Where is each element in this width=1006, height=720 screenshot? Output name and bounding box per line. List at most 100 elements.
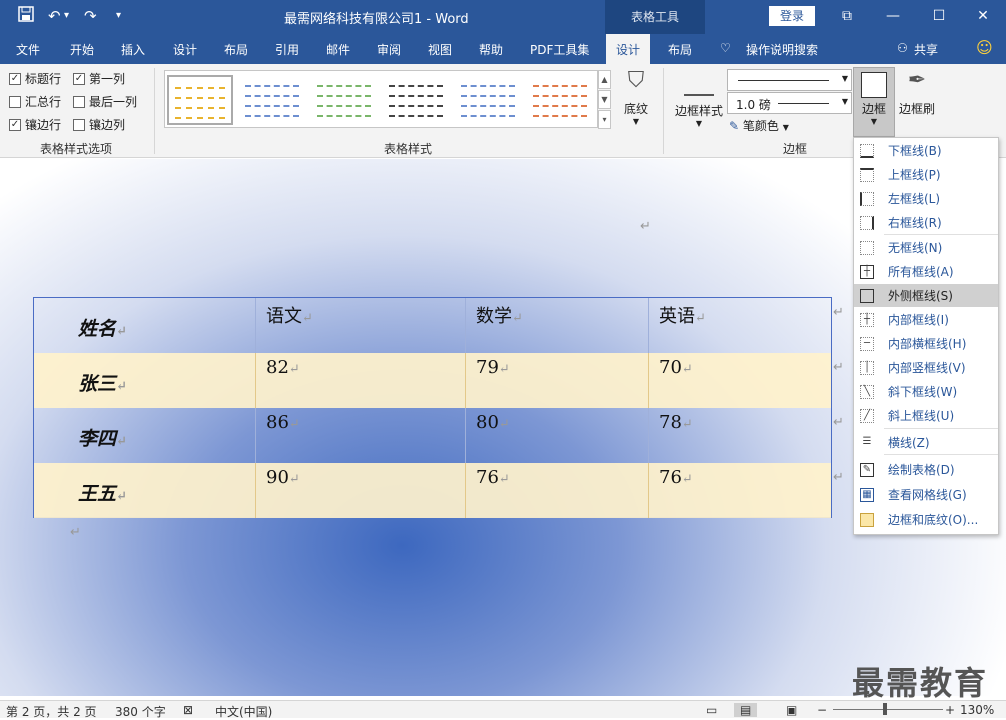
menu-item-draw-table[interactable]: ✎ 绘制表格(D) <box>854 458 998 481</box>
table-cell[interactable]: 姓名↵ <box>34 298 256 353</box>
table-style-3[interactable] <box>311 75 377 125</box>
table-cell[interactable]: 数学↵ <box>466 298 649 353</box>
menu-item-bottom-border[interactable]: 下框线(B) <box>854 139 998 162</box>
page-count[interactable]: 第 2 页，共 2 页 <box>6 703 97 720</box>
menu-item-inside-vertical[interactable]: │ 内部竖框线(V) <box>854 356 998 379</box>
table-cell[interactable]: 90↵ <box>256 463 466 518</box>
menu-item-inside-borders[interactable]: ┼ 内部框线(I) <box>854 308 998 331</box>
borders-button[interactable]: 边框 ▼ <box>853 67 895 137</box>
tab-help[interactable]: 帮助 <box>479 41 503 58</box>
pen-color-button[interactable]: ✎ 笔颜色 ▼ <box>729 117 801 134</box>
menu-item-outside-borders[interactable]: 外侧框线(S) <box>854 284 998 307</box>
tab-references[interactable]: 引用 <box>275 41 299 58</box>
ribbon-display-icon[interactable]: ⧉ <box>835 6 859 26</box>
tab-layout[interactable]: 布局 <box>224 41 248 58</box>
zoom-out-icon[interactable]: − <box>817 703 827 717</box>
menu-item-label: 所有框线(A) <box>888 265 954 279</box>
table-cell[interactable]: 王五↵ <box>34 463 256 518</box>
tab-mailings[interactable]: 邮件 <box>326 41 350 58</box>
menu-item-diagonal-up[interactable]: ╱ 斜上框线(U) <box>854 404 998 427</box>
person-icon[interactable]: ⚇ <box>897 41 908 55</box>
language[interactable]: 中文(中国) <box>215 703 272 720</box>
table-style-4[interactable] <box>383 75 449 125</box>
menu-item-no-border[interactable]: 无框线(N) <box>854 236 998 259</box>
table-cell[interactable]: 语文↵ <box>256 298 466 353</box>
word-count[interactable]: 380 个字 <box>115 703 166 720</box>
close-icon[interactable]: ✕ <box>971 6 995 26</box>
table-cell[interactable]: 英语↵ <box>649 298 831 353</box>
menu-item-right-border[interactable]: 右框线(R) <box>854 211 998 234</box>
tab-insert[interactable]: 插入 <box>121 41 145 58</box>
border-styles-button[interactable]: 边框样式 ▼ <box>672 74 726 128</box>
checkbox-header-row[interactable]: ✓ 标题行 <box>9 70 61 87</box>
tab-table-design[interactable]: 设计 <box>606 34 651 64</box>
tab-design[interactable]: 设计 <box>173 41 197 58</box>
table-cell[interactable]: 李四↵ <box>34 408 256 463</box>
table-style-5[interactable] <box>455 75 521 125</box>
score-table[interactable]: 姓名↵ 语文↵ 数学↵ 英语↵ 张三↵ 82↵ 79↵ 70↵ 李四↵ 86↵ … <box>33 297 832 518</box>
menu-item-diagonal-down[interactable]: ╲ 斜下框线(W) <box>854 380 998 403</box>
shading-button[interactable]: ⛉ 底纹 ▼ <box>618 68 654 126</box>
menu-item-borders-and-shading[interactable]: 边框和底纹(O)... <box>854 508 998 531</box>
table-style-2[interactable] <box>239 75 305 125</box>
menu-item-inside-horizontal[interactable]: ─ 内部横框线(H) <box>854 332 998 355</box>
print-layout-icon[interactable]: ▤ <box>734 703 758 717</box>
share-button[interactable]: 共享 <box>914 41 938 58</box>
zoom-slider-thumb[interactable] <box>883 703 887 715</box>
tab-pdf-tools[interactable]: PDF工具集 <box>530 41 589 58</box>
maximize-icon[interactable]: ☐ <box>927 6 951 26</box>
proofing-icon[interactable]: ⊠ <box>183 703 193 717</box>
table-cell[interactable]: 78↵ <box>649 408 831 463</box>
gallery-scroll-up-icon[interactable]: ▲ <box>598 70 611 89</box>
undo-dropdown-icon[interactable]: ▾ <box>64 6 69 26</box>
save-icon[interactable] <box>18 6 34 27</box>
web-layout-icon[interactable]: ▣ <box>786 703 797 717</box>
menu-item-top-border[interactable]: 上框线(P) <box>854 163 998 186</box>
zoom-level[interactable]: 130% <box>960 703 994 717</box>
menu-item-all-borders[interactable]: ┼ 所有框线(A) <box>854 260 998 283</box>
checkbox-first-column[interactable]: ✓ 第一列 <box>73 70 125 87</box>
login-button[interactable]: 登录 <box>769 6 815 26</box>
table-cell[interactable]: 张三↵ <box>34 353 256 408</box>
minimize-icon[interactable]: — <box>881 6 905 26</box>
table-cell[interactable]: 76↵ <box>649 463 831 518</box>
menu-item-left-border[interactable]: 左框线(L) <box>854 187 998 210</box>
menu-item-horizontal-line[interactable]: ☰ 横线(Z) <box>854 431 998 454</box>
tab-view[interactable]: 视图 <box>428 41 452 58</box>
gallery-more-icon[interactable]: ▾ <box>598 110 611 129</box>
gallery-scroll-down-icon[interactable]: ▼ <box>598 90 611 109</box>
undo-icon[interactable]: ↶ <box>48 6 61 26</box>
table-cell[interactable]: 76↵ <box>466 463 649 518</box>
table-cell[interactable]: 79↵ <box>466 353 649 408</box>
tab-table-layout[interactable]: 布局 <box>668 41 692 58</box>
customize-toolbar-icon[interactable]: ▾ <box>116 6 121 26</box>
checkbox-total-row[interactable]: 汇总行 <box>9 93 61 110</box>
read-mode-icon[interactable]: ▭ <box>706 703 717 717</box>
line-style-dropdown[interactable]: ▼ <box>727 69 852 91</box>
table-cell[interactable]: 70↵ <box>649 353 831 408</box>
all-borders-icon: ┼ <box>860 264 874 279</box>
row-end-mark: ↵ <box>833 360 844 375</box>
checkbox-last-column[interactable]: 最后一列 <box>73 93 137 110</box>
tab-home[interactable]: 开始 <box>70 41 94 58</box>
zoom-slider[interactable] <box>833 709 943 710</box>
top-border-icon <box>860 167 874 182</box>
tab-file[interactable]: 文件 <box>16 41 40 58</box>
zoom-in-icon[interactable]: + <box>945 703 955 717</box>
tab-review[interactable]: 审阅 <box>377 41 401 58</box>
table-cell[interactable]: 80↵ <box>466 408 649 463</box>
table-cell[interactable]: 86↵ <box>256 408 466 463</box>
line-weight-dropdown[interactable]: 1.0 磅 ▼ <box>727 92 852 114</box>
border-painter-button[interactable]: ✒ 边框刷 <box>897 68 937 117</box>
tell-me-search[interactable]: 操作说明搜索 <box>746 41 818 58</box>
table-style-1[interactable] <box>167 75 233 125</box>
menu-item-view-gridlines[interactable]: ▦ 查看网格线(G) <box>854 483 998 506</box>
table-style-6[interactable] <box>527 75 593 125</box>
table-cell[interactable]: 82↵ <box>256 353 466 408</box>
smiley-icon[interactable]: ☺ <box>976 38 993 57</box>
borders-shading-icon <box>860 512 874 527</box>
redo-icon[interactable]: ↷ <box>84 6 97 26</box>
checkbox-banded-rows[interactable]: ✓ 镶边行 <box>9 116 61 133</box>
checkbox-banded-columns[interactable]: 镶边列 <box>73 116 125 133</box>
lightbulb-icon[interactable]: ♡ <box>720 41 731 55</box>
